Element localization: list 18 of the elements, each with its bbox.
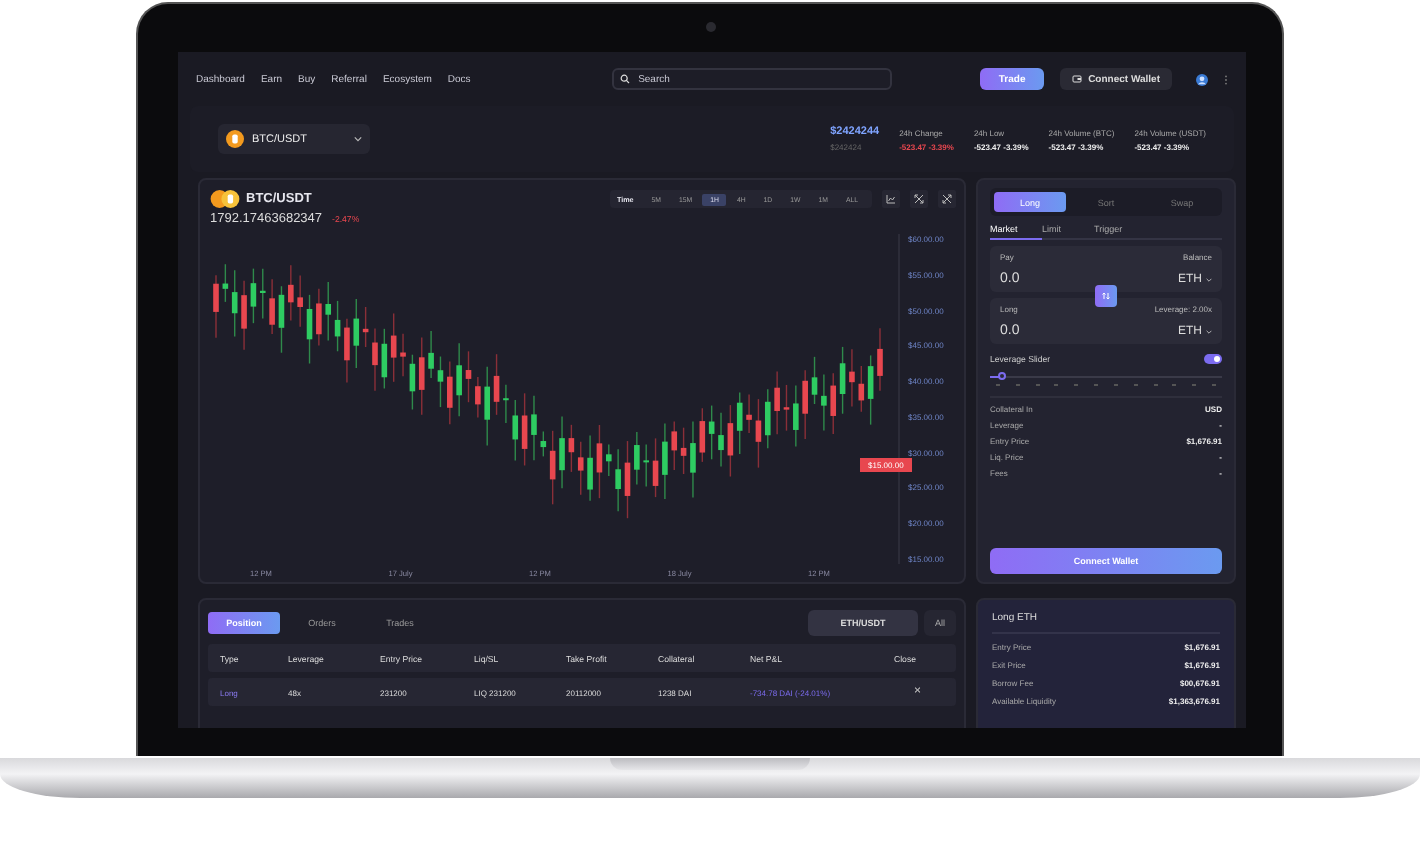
coins-icon <box>210 190 240 209</box>
swap-arrows-icon <box>1101 290 1111 300</box>
caret-icon <box>1206 277 1212 281</box>
expand-icon <box>914 194 924 205</box>
search-icon <box>620 74 631 84</box>
expand-button[interactable] <box>910 190 928 209</box>
chart-type-button[interactable] <box>882 190 900 209</box>
fullscreen-button[interactable] <box>938 190 956 209</box>
fullscreen-icon <box>942 194 952 205</box>
line-chart-icon <box>886 194 896 205</box>
swap-button[interactable] <box>1095 284 1117 306</box>
wallet-icon <box>1072 74 1083 84</box>
avatar-icon[interactable] <box>1196 73 1208 85</box>
camera-dot <box>705 22 715 32</box>
caret-icon <box>1206 329 1212 333</box>
leverage-toggle[interactable] <box>1204 354 1222 364</box>
caret-icon <box>354 136 362 142</box>
coin-icon <box>226 130 244 148</box>
